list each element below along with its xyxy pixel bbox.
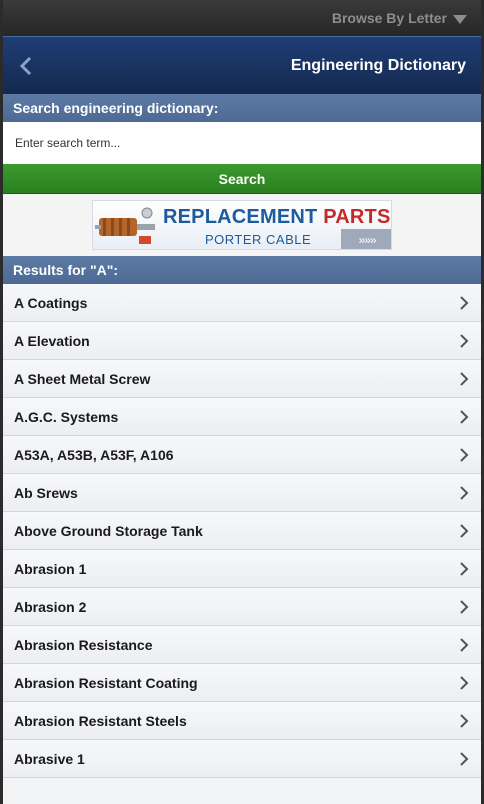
list-item[interactable]: A53A, A53B, A53F, A106: [3, 436, 481, 474]
list-item[interactable]: A Coatings: [3, 284, 481, 322]
chevron-right-icon: [459, 675, 469, 690]
list-item[interactable]: Abrasion 2: [3, 588, 481, 626]
results-header: Results for "A":: [3, 256, 481, 284]
list-item[interactable]: Abrasion Resistant Steels: [3, 702, 481, 740]
list-item[interactable]: A Sheet Metal Screw: [3, 360, 481, 398]
list-item-label: A Coatings: [14, 294, 88, 311]
search-input[interactable]: [3, 122, 481, 164]
list-item-label: Abrasive 1: [14, 750, 85, 767]
ad-subtitle-bar: PORTER CABLE »»»: [93, 229, 391, 249]
app-frame: Browse By Letter Engineering Dictionary …: [3, 0, 481, 804]
list-item-label: Abrasion 1: [14, 560, 87, 577]
ad-subtitle: PORTER CABLE: [205, 232, 312, 247]
chevron-right-icon: [459, 523, 469, 538]
triangle-down-icon: [453, 14, 467, 24]
chevron-right-icon: [459, 637, 469, 652]
list-item[interactable]: Abrasive 1: [3, 740, 481, 778]
back-button[interactable]: [19, 55, 37, 77]
list-item-label: Abrasion Resistance: [14, 636, 153, 653]
list-item[interactable]: Abrasion Resistance: [3, 626, 481, 664]
page-title: Engineering Dictionary: [290, 56, 466, 74]
chevron-right-icon: [459, 409, 469, 424]
list-item-label: A53A, A53B, A53F, A106: [14, 446, 174, 463]
ad-banner-container: REPLACEMENT PARTS PORTER CABLE »»»: [3, 194, 481, 256]
page-header: Engineering Dictionary: [3, 36, 481, 94]
chevron-right-icon: [459, 713, 469, 728]
list-item[interactable]: Ab Srews: [3, 474, 481, 512]
chevron-right-icon: [459, 751, 469, 766]
ad-title-part2: PARTS: [323, 206, 391, 228]
results-list: A Coatings A Elevation A Sheet Metal Screw…: [3, 284, 481, 778]
chevron-right-icon: [459, 485, 469, 500]
chevron-right-icon: [459, 447, 469, 462]
list-item[interactable]: Above Ground Storage Tank: [3, 512, 481, 550]
list-item-label: A.G.C. Systems: [14, 408, 119, 425]
list-item[interactable]: A.G.C. Systems: [3, 398, 481, 436]
browse-by-letter-label: Browse By Letter: [331, 10, 447, 26]
list-item-label: Abrasion Resistant Steels: [14, 712, 187, 729]
list-item-label: A Elevation: [14, 332, 90, 349]
list-item-label: A Sheet Metal Screw: [14, 370, 151, 387]
search-button[interactable]: Search: [3, 164, 481, 194]
ad-title-part1: REPLACEMENT: [163, 206, 324, 228]
chevron-right-icon: [459, 333, 469, 348]
chevron-right-icon: [459, 371, 469, 386]
chevron-right-icon: [459, 295, 469, 310]
ad-arrows-icon: »»»: [341, 229, 391, 249]
browse-by-letter-button[interactable]: Browse By Letter: [332, 10, 467, 26]
chevron-right-icon: [459, 561, 469, 576]
list-item[interactable]: Abrasion Resistant Coating: [3, 664, 481, 702]
search-section-label: Search engineering dictionary:: [3, 94, 481, 122]
chevron-right-icon: [459, 599, 469, 614]
list-item-label: Ab Srews: [14, 484, 78, 501]
list-item[interactable]: Abrasion 1: [3, 550, 481, 588]
list-item-label: Above Ground Storage Tank: [14, 522, 203, 539]
ad-title: REPLACEMENT PARTS: [163, 206, 391, 229]
list-item-label: Abrasion Resistant Coating: [14, 674, 198, 691]
list-item[interactable]: A Elevation: [3, 322, 481, 360]
chevron-left-icon: [19, 56, 32, 75]
list-item-label: Abrasion 2: [14, 598, 87, 615]
top-bar: Browse By Letter: [3, 0, 481, 36]
ad-banner[interactable]: REPLACEMENT PARTS PORTER CABLE »»»: [92, 200, 392, 250]
